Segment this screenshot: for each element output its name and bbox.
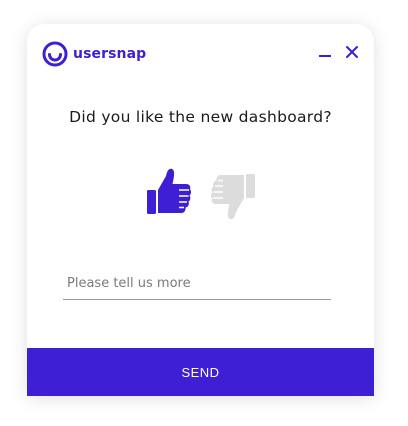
stage: usersnap Did you like the new dashboard? (0, 0, 408, 426)
brand-logo: usersnap (42, 41, 146, 67)
rating-thumbs (27, 166, 374, 222)
minimize-icon[interactable] (317, 44, 333, 60)
send-button[interactable]: SEND (27, 348, 374, 396)
thumbs-up-icon[interactable] (146, 166, 192, 218)
comment-input[interactable] (63, 268, 331, 300)
usersnap-smile-logo-icon (42, 41, 68, 67)
survey-question: Did you like the new dashboard? (69, 108, 332, 126)
thumbs-down-icon[interactable] (210, 170, 256, 222)
brand-name: usersnap (73, 46, 147, 62)
widget-header: usersnap (27, 24, 374, 84)
close-icon[interactable] (344, 44, 360, 60)
feedback-widget: usersnap Did you like the new dashboard? (27, 24, 374, 396)
